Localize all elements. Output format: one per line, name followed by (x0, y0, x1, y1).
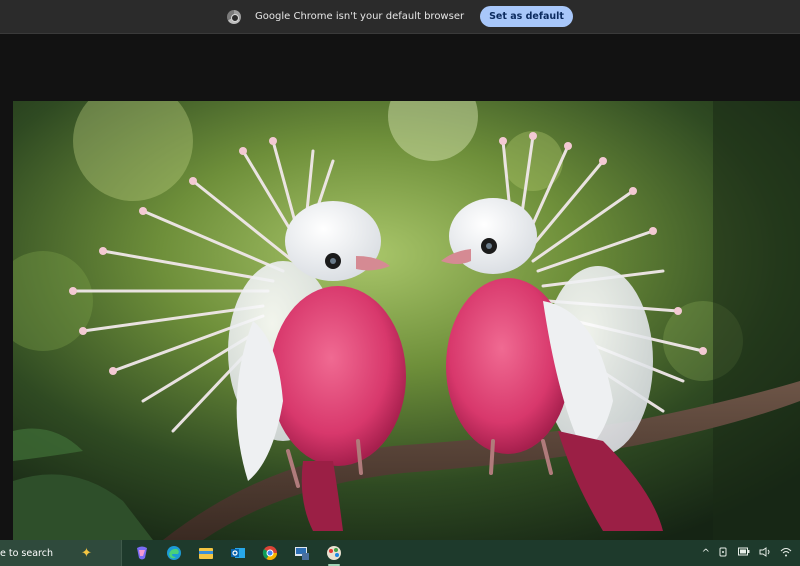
default-browser-infobar: Google Chrome isn't your default browser… (0, 0, 800, 34)
paint-app-icon[interactable] (324, 543, 344, 566)
volume-icon[interactable] (759, 546, 771, 560)
bird-photo (13, 101, 800, 540)
remote-desktop-icon[interactable] (292, 543, 312, 563)
set-as-default-button[interactable]: Set as default (480, 6, 573, 27)
wifi-icon[interactable] (780, 547, 792, 560)
chrome-icon[interactable] (260, 543, 280, 563)
file-explorer-icon[interactable] (196, 543, 216, 563)
chrome-logo-icon (227, 9, 242, 24)
chevron-up-icon[interactable]: ^ (702, 548, 710, 559)
edge-icon[interactable] (164, 543, 184, 563)
windows-taskbar: e to search ✦ ^ (0, 540, 800, 566)
infobar-message: Google Chrome isn't your default browser (255, 11, 465, 22)
sparkle-icon: ✦ (80, 545, 92, 561)
copilot-icon[interactable] (132, 543, 152, 563)
taskbar-search-box[interactable]: e to search ✦ (0, 540, 122, 566)
meet-icon[interactable] (719, 547, 729, 560)
outlook-icon[interactable] (228, 543, 248, 563)
search-placeholder: e to search (0, 547, 53, 559)
battery-icon[interactable] (738, 547, 750, 559)
system-tray: ^ (702, 546, 800, 560)
